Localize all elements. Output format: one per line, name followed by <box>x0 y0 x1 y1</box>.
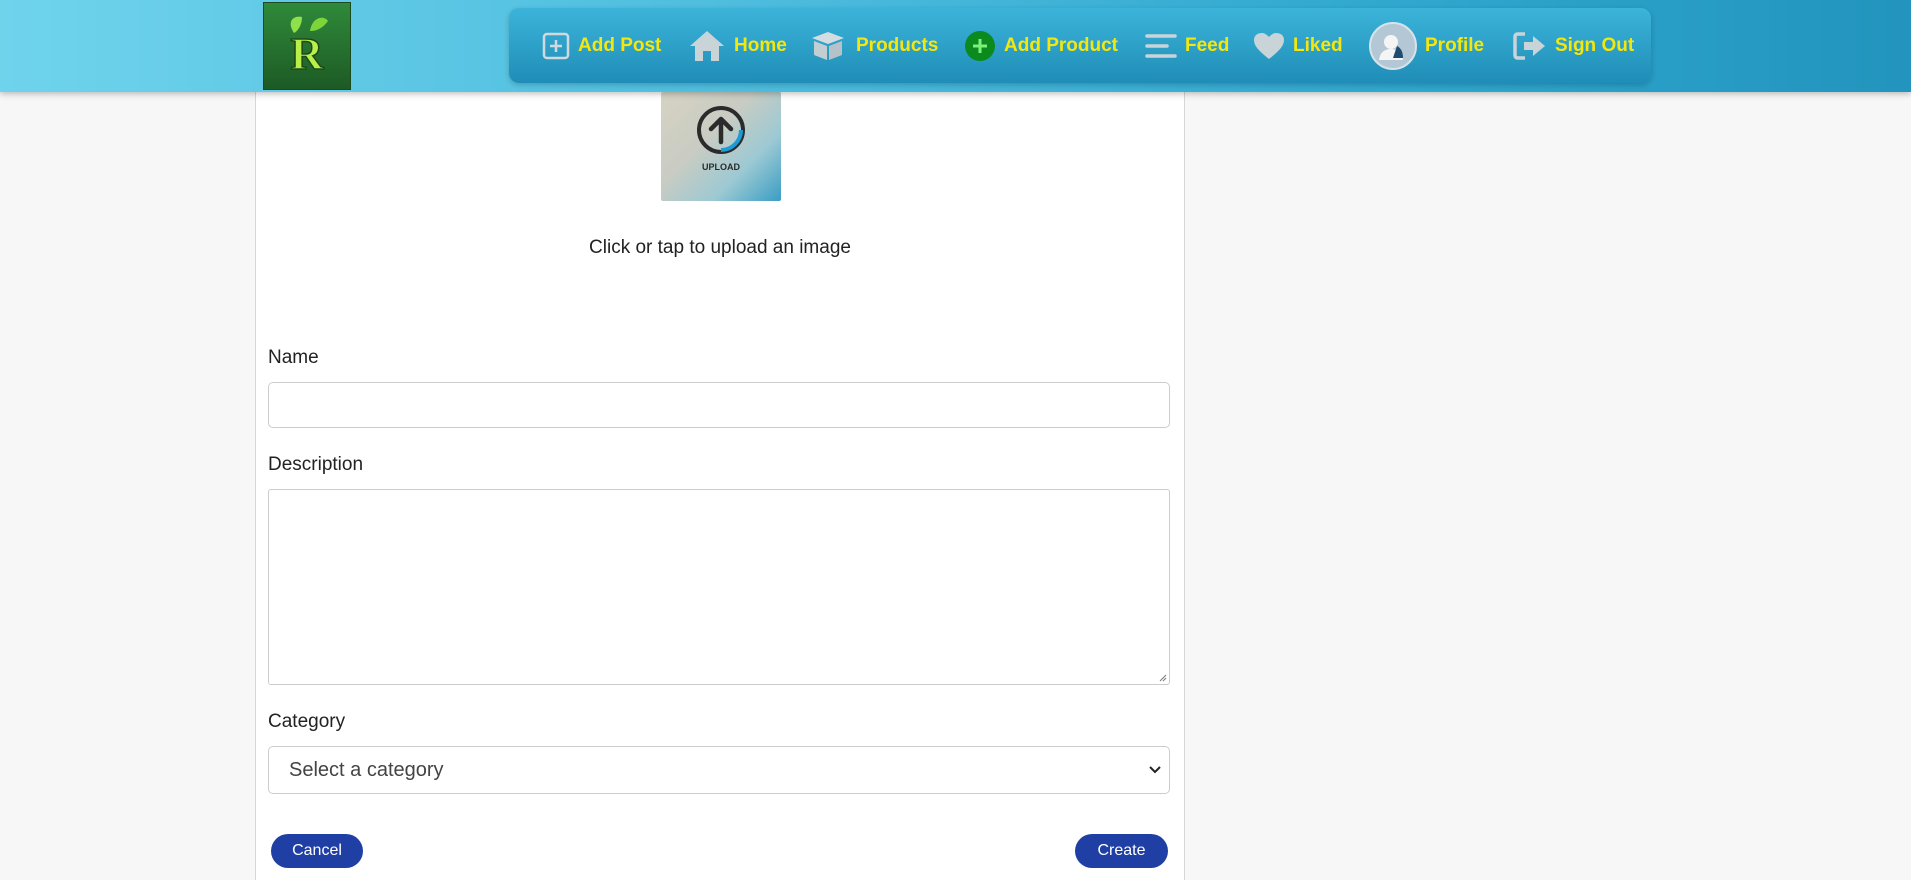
logo-letter: R <box>290 28 324 79</box>
upload-arrow-icon: UPLOAD <box>697 106 745 172</box>
heart-icon <box>1253 32 1285 60</box>
nav-products[interactable]: Products <box>808 8 938 83</box>
nav-home-label: Home <box>734 34 787 56</box>
upload-caption: Click or tap to upload an image <box>589 237 851 258</box>
app-logo[interactable]: R <box>263 2 351 90</box>
category-selected-value: Select a category <box>289 759 444 781</box>
product-form-card: UPLOAD Click or tap to upload an image N… <box>255 60 1185 880</box>
cancel-button[interactable]: Cancel <box>271 834 363 868</box>
upload-image-button[interactable]: UPLOAD <box>661 92 781 201</box>
avatar-icon <box>1369 21 1417 70</box>
category-select[interactable]: Select a category <box>268 746 1170 794</box>
create-button[interactable]: Create <box>1075 834 1168 868</box>
nav-feed[interactable]: Feed <box>1145 8 1229 83</box>
box-icon <box>808 30 848 62</box>
nav-feed-label: Feed <box>1185 34 1230 56</box>
nav-sign-out-label: Sign Out <box>1555 34 1635 56</box>
nav-profile-label: Profile <box>1425 34 1485 56</box>
nav-add-product-label: Add Product <box>1004 34 1118 56</box>
nav-liked[interactable]: Liked <box>1253 8 1343 83</box>
leaf-logo-icon: R <box>290 16 328 80</box>
top-header: R Add Post Home Products Add Product Fee… <box>0 0 1911 92</box>
chevron-down-icon <box>1149 766 1161 774</box>
description-textarea[interactable] <box>268 489 1170 685</box>
name-input[interactable] <box>268 382 1170 428</box>
nav-add-post[interactable]: Add Post <box>542 8 661 83</box>
name-label: Name <box>268 347 319 368</box>
home-icon <box>688 29 726 63</box>
menu-icon <box>1145 32 1177 60</box>
add-product-icon <box>964 30 996 62</box>
nav-add-product[interactable]: Add Product <box>964 8 1118 83</box>
nav-profile[interactable]: Profile <box>1369 8 1484 83</box>
upload-image-text: UPLOAD <box>702 162 741 172</box>
resize-grip-icon[interactable] <box>1158 673 1167 682</box>
sign-out-icon <box>1513 31 1547 61</box>
nav-sign-out[interactable]: Sign Out <box>1513 8 1634 83</box>
add-post-icon <box>542 32 570 60</box>
nav-home[interactable]: Home <box>688 8 787 83</box>
description-label: Description <box>268 454 364 475</box>
main-nav: Add Post Home Products Add Product Feed … <box>509 8 1651 83</box>
nav-add-post-label: Add Post <box>578 34 662 56</box>
nav-products-label: Products <box>856 34 939 56</box>
category-label: Category <box>268 711 346 732</box>
nav-liked-label: Liked <box>1293 34 1343 56</box>
